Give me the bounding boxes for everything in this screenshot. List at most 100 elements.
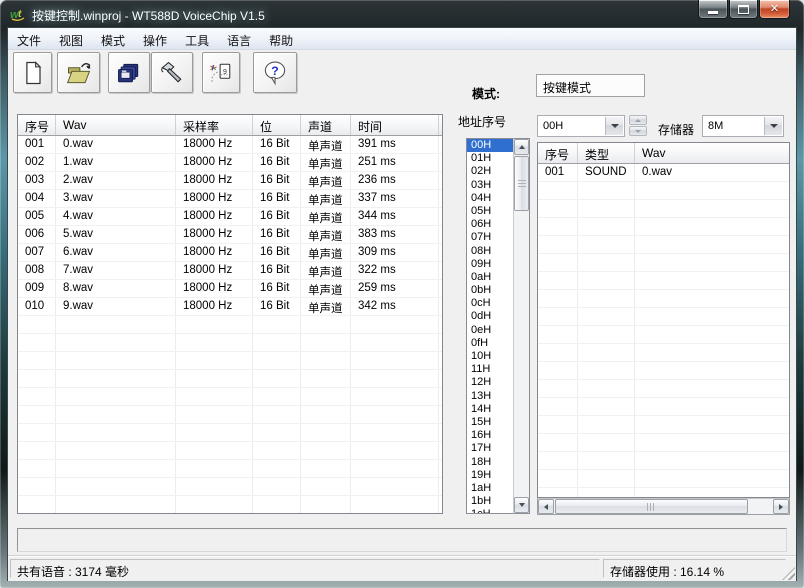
maximize-button[interactable] (729, 0, 758, 19)
table-row[interactable]: 0065.wav18000 Hz16 Bit单声道383 ms (18, 226, 442, 244)
table-cell (253, 370, 301, 387)
table-row[interactable]: 0054.wav18000 Hz16 Bit单声道344 ms (18, 208, 442, 226)
column-header[interactable]: 声道 (301, 115, 351, 135)
table-row-empty (18, 442, 442, 460)
table-row[interactable]: 0043.wav18000 Hz16 Bit单声道337 ms (18, 190, 442, 208)
address-combo-value: 00H (543, 120, 563, 132)
address-item[interactable]: 09H (467, 258, 513, 271)
address-table: 序号类型Wav 001SOUND0.wav (537, 142, 790, 498)
address-item[interactable]: 06H (467, 218, 513, 231)
address-item[interactable]: 0eH (467, 324, 513, 337)
column-header[interactable]: Wav (635, 143, 789, 163)
table-cell: 16 Bit (253, 280, 301, 297)
address-item[interactable]: 15H (467, 416, 513, 429)
address-item[interactable]: 01H (467, 152, 513, 165)
address-table-hscrollbar[interactable] (537, 498, 790, 515)
address-item[interactable]: 08H (467, 245, 513, 258)
combo-dropdown-button[interactable] (605, 117, 623, 135)
column-header[interactable]: 序号 (538, 143, 578, 163)
address-item[interactable]: 00H (467, 139, 513, 152)
table-cell: 单声道 (301, 172, 351, 189)
table-row[interactable]: 0098.wav18000 Hz16 Bit单声道259 ms (18, 280, 442, 298)
scroll-right-button[interactable] (773, 499, 789, 514)
table-row-empty (538, 254, 789, 272)
scroll-up-button[interactable] (514, 139, 529, 155)
table-row[interactable]: 0109.wav18000 Hz16 Bit单声道342 ms (18, 298, 442, 316)
address-item[interactable]: 19H (467, 469, 513, 482)
open-project-button[interactable] (57, 52, 100, 93)
menu-item[interactable]: 语言 (218, 28, 260, 50)
titlebar[interactable]: w t 按键控制.winproj - WT588D VoiceChip V1.5… (0, 0, 804, 28)
address-item[interactable]: 0cH (467, 297, 513, 310)
table-row-empty (18, 388, 442, 406)
table-row[interactable]: 0032.wav18000 Hz16 Bit单声道236 ms (18, 172, 442, 190)
memory-combo[interactable]: 8M (702, 115, 784, 137)
table-row[interactable]: 001SOUND0.wav (538, 164, 789, 182)
voice-files-button[interactable] (108, 52, 150, 93)
table-cell (578, 182, 635, 199)
table-row[interactable]: 0076.wav18000 Hz16 Bit单声道309 ms (18, 244, 442, 262)
column-header[interactable]: 类型 (578, 143, 635, 163)
address-item[interactable]: 11H (467, 363, 513, 376)
menu-item[interactable]: 操作 (134, 28, 176, 50)
menu-item[interactable]: 工具 (176, 28, 218, 50)
address-item[interactable]: 1aH (467, 482, 513, 495)
address-item[interactable]: 12H (467, 376, 513, 389)
address-item[interactable]: 0aH (467, 271, 513, 284)
build-hammer-button[interactable] (151, 52, 193, 93)
scrollbar-thumb[interactable] (514, 156, 529, 211)
address-item[interactable]: 0bH (467, 284, 513, 297)
scroll-left-button[interactable] (538, 499, 554, 514)
address-item[interactable]: 04H (467, 192, 513, 205)
address-spinner[interactable] (629, 115, 647, 137)
arrow-up-icon (519, 145, 525, 149)
address-combo[interactable]: 00H (537, 115, 625, 137)
menu-item[interactable]: 模式 (92, 28, 134, 50)
svg-text:t: t (18, 9, 22, 20)
menu-item[interactable]: 文件 (8, 28, 50, 50)
download-chip-button[interactable]: 9 (202, 52, 240, 93)
table-row[interactable]: 0021.wav18000 Hz16 Bit单声道251 ms (18, 154, 442, 172)
new-file-button[interactable] (13, 52, 52, 93)
table-cell (301, 406, 351, 423)
spinner-down-button[interactable] (629, 126, 647, 136)
address-item[interactable]: 07H (467, 231, 513, 244)
table-cell: 004 (18, 190, 56, 207)
address-item[interactable]: 14H (467, 403, 513, 416)
spinner-up-button[interactable] (629, 115, 647, 125)
combo-dropdown-button[interactable] (764, 117, 782, 135)
address-scrollbar[interactable] (513, 138, 530, 514)
column-header[interactable]: 时间 (351, 115, 439, 135)
address-item[interactable]: 10H (467, 350, 513, 363)
scrollbar-thumb[interactable] (555, 499, 748, 514)
address-item[interactable]: 1bH (467, 495, 513, 508)
table-row[interactable]: 0010.wav18000 Hz16 Bit单声道391 ms (18, 136, 442, 154)
table-row[interactable]: 0087.wav18000 Hz16 Bit单声道322 ms (18, 262, 442, 280)
address-item[interactable]: 1cH (467, 508, 513, 514)
table-cell: 259 ms (351, 280, 439, 297)
table-cell (635, 362, 789, 379)
table-cell: 单声道 (301, 226, 351, 243)
mode-field[interactable]: 按键模式 (536, 74, 645, 97)
column-header[interactable]: Wav (56, 115, 176, 135)
address-item[interactable]: 05H (467, 205, 513, 218)
minimize-button[interactable] (698, 0, 728, 19)
table-cell (538, 308, 578, 325)
column-header[interactable]: 位 (253, 115, 301, 135)
address-item[interactable]: 17H (467, 442, 513, 455)
address-item[interactable]: 03H (467, 179, 513, 192)
address-item[interactable]: 02H (467, 165, 513, 178)
address-item[interactable]: 0fH (467, 337, 513, 350)
address-item[interactable]: 13H (467, 390, 513, 403)
address-item[interactable]: 0dH (467, 310, 513, 323)
column-header[interactable]: 序号 (18, 115, 56, 135)
column-header[interactable]: 采样率 (176, 115, 253, 135)
address-item[interactable]: 16H (467, 429, 513, 442)
menu-item[interactable]: 帮助 (260, 28, 302, 50)
menu-item[interactable]: 视图 (50, 28, 92, 50)
address-item[interactable]: 18H (467, 456, 513, 469)
close-button[interactable]: ✕ (759, 0, 790, 19)
scroll-down-button[interactable] (514, 497, 529, 513)
help-button[interactable]: ? (253, 52, 297, 93)
table-cell (301, 442, 351, 459)
